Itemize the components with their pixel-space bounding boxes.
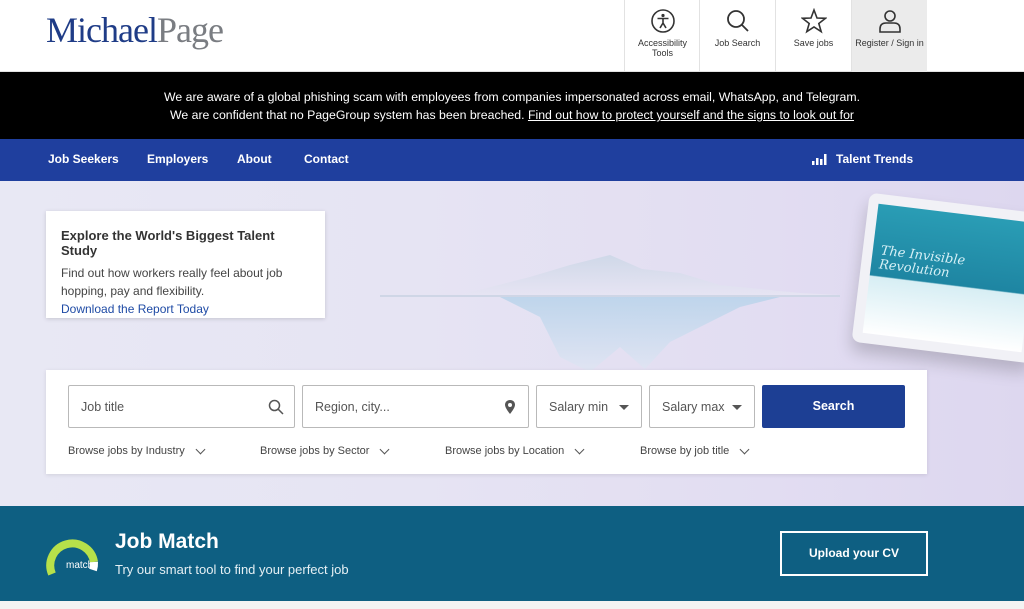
michael-page-logo[interactable]: MichaelPage: [46, 10, 224, 50]
salary-max-label: Salary max: [662, 400, 725, 414]
talent-trends-label: Talent Trends: [836, 152, 914, 166]
chevron-down-icon: [739, 444, 750, 454]
job-match-section: match Job Match Try our smart tool to fi…: [0, 506, 1024, 601]
salary-min-label: Salary min: [549, 400, 609, 414]
browse-industry-label: Browse jobs by Industry: [68, 445, 185, 457]
talent-study-card: Explore the World's Biggest Talent Study…: [46, 211, 325, 318]
chevron-down-icon: [619, 405, 629, 410]
phishing-alert-banner: We are aware of a global phishing scam w…: [0, 72, 1024, 139]
accessibility-icon: [650, 9, 675, 33]
job-match-subtitle: Try our smart tool to find your perfect …: [115, 562, 349, 577]
search-icon: [268, 399, 284, 415]
iceberg-illustration: [380, 255, 840, 372]
match-badge-text: match: [66, 560, 94, 571]
talent-study-body: Find out how workers really feel about j…: [61, 266, 283, 298]
nav-talent-trends[interactable]: Talent Trends: [812, 152, 913, 166]
save-jobs-label: Save jobs: [793, 38, 834, 48]
bar-chart-icon: [812, 154, 827, 165]
region-city-input[interactable]: Region, city...: [302, 385, 529, 428]
site-header: MichaelPage Accessibility Tools Job Sear…: [0, 0, 1024, 72]
register-signin-label: Register / Sign in: [855, 38, 924, 48]
nav-job-seekers[interactable]: Job Seekers: [48, 152, 119, 166]
job-search-panel: Job title Region, city... Salary min Sal…: [46, 370, 927, 474]
register-signin-button[interactable]: Register / Sign in: [851, 0, 927, 72]
salary-min-select[interactable]: Salary min: [536, 385, 642, 428]
job-search-label: Job Search: [714, 38, 761, 48]
salary-max-select[interactable]: Salary max: [649, 385, 755, 428]
save-jobs-button[interactable]: Save jobs: [775, 0, 851, 72]
star-icon: [800, 8, 827, 34]
browse-location-label: Browse jobs by Location: [445, 445, 565, 457]
browse-by-sector[interactable]: Browse jobs by Sector: [260, 444, 390, 457]
alert-link[interactable]: Find out how to protect yourself and the…: [528, 108, 854, 122]
talent-study-title: Explore the World's Biggest Talent Study: [61, 228, 275, 258]
alert-line-2: We are confident that no PageGroup syste…: [169, 108, 855, 122]
chevron-down-icon: [195, 444, 206, 454]
report-tablet-image: The Invisible Revolution: [851, 192, 1024, 364]
browse-by-industry[interactable]: Browse jobs by Industry: [68, 444, 206, 457]
browse-by-location[interactable]: Browse jobs by Location: [445, 444, 585, 457]
tablet-title: The Invisible Revolution: [878, 243, 966, 281]
nav-employers[interactable]: Employers: [147, 152, 208, 166]
upload-cv-button[interactable]: Upload your CV: [780, 531, 928, 576]
main-nav: Job Seekers Employers About Contact Tale…: [0, 139, 1024, 181]
page-bottom-strip: [0, 601, 1024, 609]
match-gauge-icon: [46, 539, 99, 576]
user-icon: [878, 10, 901, 33]
region-placeholder: Region, city...: [315, 400, 390, 414]
browse-job-title-label: Browse by job title: [640, 445, 730, 457]
accessibility-tools-label: Accessibility Tools: [637, 38, 687, 58]
browse-by-job-title[interactable]: Browse by job title: [640, 444, 750, 457]
search-icon: [726, 10, 749, 32]
nav-about[interactable]: About: [237, 152, 272, 166]
browse-sector-label: Browse jobs by Sector: [260, 445, 370, 457]
chevron-down-icon: [379, 444, 390, 454]
download-report-link[interactable]: Download the Report Today: [61, 300, 310, 318]
job-title-input[interactable]: Job title: [68, 385, 295, 428]
location-pin-icon: [505, 400, 515, 414]
tablet-screen: The Invisible Revolution: [862, 203, 1024, 353]
chevron-down-icon: [574, 444, 585, 454]
nav-contact[interactable]: Contact: [304, 152, 349, 166]
job-search-button[interactable]: Job Search: [699, 0, 775, 72]
chevron-down-icon: [732, 405, 742, 410]
alert-line-1: We are aware of a global phishing scam w…: [163, 90, 861, 104]
job-title-placeholder: Job title: [81, 400, 125, 414]
search-button[interactable]: Search: [762, 385, 905, 428]
job-match-title: Job Match: [115, 530, 219, 553]
accessibility-tools-button[interactable]: Accessibility Tools: [624, 0, 700, 72]
